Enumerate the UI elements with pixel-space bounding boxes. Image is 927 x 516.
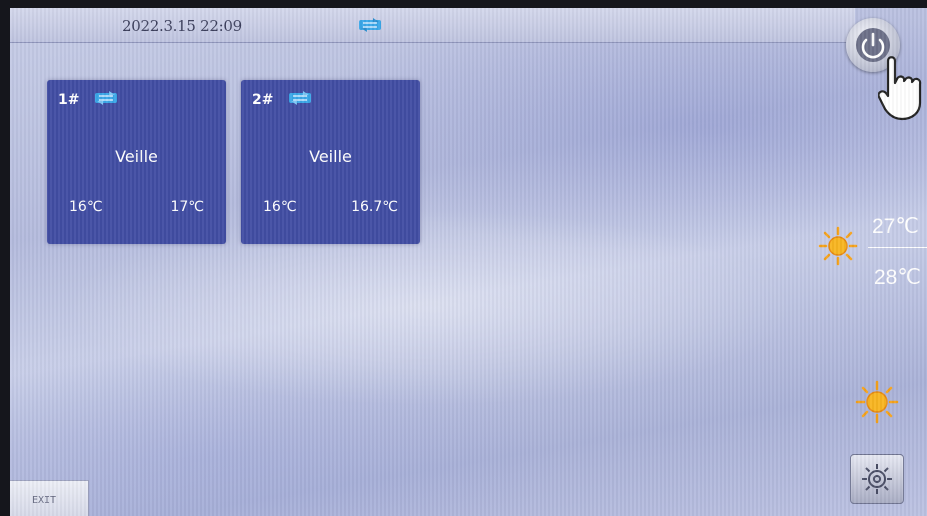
ac-mode-icon [289, 91, 311, 105]
unit-status: Veille [115, 147, 158, 166]
hmi-screen: 2022.3.15 22:09 1# Veille 16℃ 17℃ 2# Vei… [10, 8, 927, 516]
exit-label: EXIT [32, 495, 57, 506]
gear-icon [862, 464, 892, 494]
sun-icon [855, 380, 899, 424]
exit-button[interactable]: EXIT [10, 480, 89, 516]
unit-id: 1# [58, 92, 80, 108]
unit-card-2[interactable]: 2# Veille 16℃ 16.7℃ [241, 80, 420, 244]
unit-setpoint-temp: 16℃ [69, 199, 103, 215]
temp-divider [868, 247, 927, 248]
unit-room-temp: 16.7℃ [351, 199, 398, 215]
outdoor-temp-low: 28℃ [874, 266, 921, 289]
unit-card-1[interactable]: 1# Veille 16℃ 17℃ [47, 80, 226, 244]
pointer-hand-icon [878, 56, 922, 121]
top-status-bar: 2022.3.15 22:09 [10, 8, 855, 43]
outdoor-temp-high: 27℃ [872, 215, 919, 238]
unit-id: 2# [252, 92, 274, 108]
ac-mode-icon [95, 91, 117, 105]
unit-setpoint-temp: 16℃ [263, 199, 297, 215]
ac-mode-icon [359, 18, 381, 32]
sun-icon [818, 226, 858, 266]
datetime-label: 2022.3.15 22:09 [122, 17, 242, 35]
settings-button[interactable] [850, 454, 904, 504]
unit-status: Veille [309, 147, 352, 166]
unit-room-temp: 17℃ [170, 199, 204, 215]
